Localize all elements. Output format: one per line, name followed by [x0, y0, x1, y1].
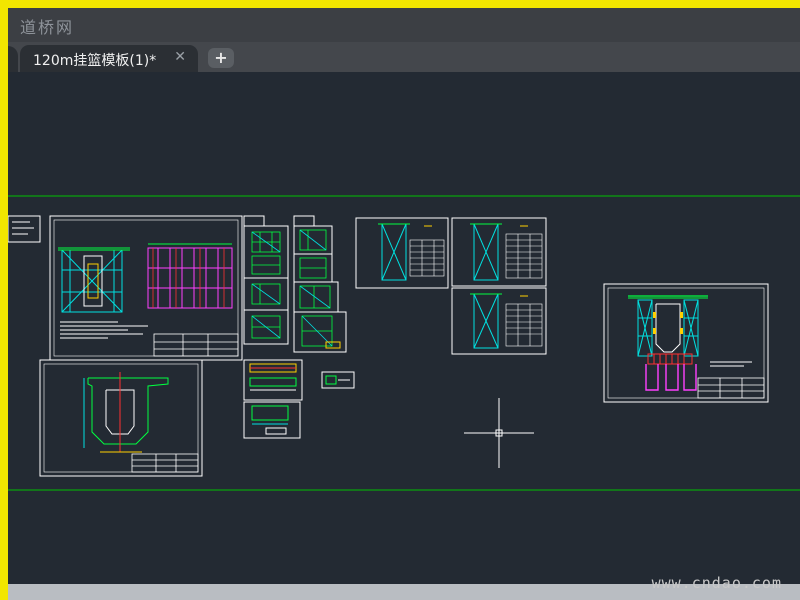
- drawing-sheet-detail-column-a[interactable]: [243, 215, 289, 345]
- watermark-text: www.cndao.com: [651, 574, 782, 592]
- new-tab-button[interactable]: +: [208, 48, 234, 68]
- drawing-sheet-general-arrangement[interactable]: [49, 215, 243, 361]
- title-bar: 道桥网: [8, 8, 800, 42]
- drawing-sheet-table-2[interactable]: [451, 217, 547, 287]
- tab-bar: 120m挂篮模板(1)* ✕ +: [8, 42, 800, 72]
- tab-start-stub[interactable]: [8, 46, 18, 72]
- model-space[interactable]: [8, 72, 800, 584]
- app-logo: 道桥网: [20, 18, 75, 37]
- plus-icon: +: [214, 48, 228, 67]
- legend-block[interactable]: [8, 215, 41, 243]
- tab-label: 120m挂篮模板(1)*: [33, 53, 157, 69]
- drawing-sheet-detail-column-b[interactable]: [293, 215, 347, 353]
- drawing-canvas[interactable]: [8, 72, 800, 584]
- drawing-sheet-box-girder-section[interactable]: [39, 359, 203, 477]
- drawing-sheet-hanging-basket-elevation[interactable]: [603, 283, 769, 403]
- drawing-sheet-table-3[interactable]: [451, 287, 547, 355]
- drawing-sheet-plan-strip[interactable]: [243, 359, 303, 439]
- crosshair-cursor-icon: [464, 398, 534, 468]
- tab-drawing-file[interactable]: 120m挂篮模板(1)* ✕: [20, 45, 198, 72]
- drawing-sheet-small-note[interactable]: [321, 371, 355, 389]
- app-window: 道桥网 120m挂篮模板(1)* ✕ + www.cndao.com: [0, 0, 800, 600]
- drawing-sheet-table-1[interactable]: [355, 217, 449, 289]
- close-icon[interactable]: ✕: [174, 49, 186, 65]
